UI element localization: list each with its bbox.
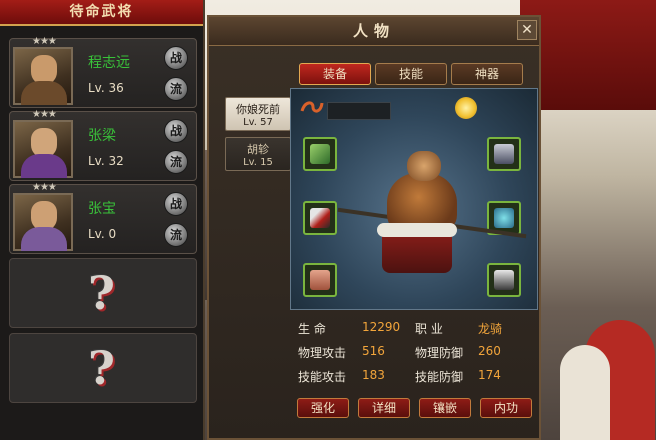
window-title: 人物: [209, 17, 539, 46]
slot-boots[interactable]: [303, 263, 337, 297]
battle-button[interactable]: 战: [164, 119, 188, 143]
inlay-button[interactable]: 镶嵌: [419, 398, 471, 418]
charm-icon: [310, 144, 330, 164]
general-card[interactable]: ★★★ 程志远 Lv. 36 战 流: [9, 36, 197, 108]
general-selector-item[interactable]: 你娘死前 Lv. 57: [225, 97, 291, 131]
helmet-icon: [494, 144, 514, 164]
general-name: 张宝: [88, 201, 116, 217]
general-portrait: [13, 47, 73, 105]
general-selector-level: Lv. 57: [243, 117, 273, 128]
rank-stars-icon: ★★★: [32, 36, 57, 47]
skill-attack-value: 183: [362, 368, 385, 382]
skill-defense-value: 174: [478, 368, 501, 382]
hp-value: 12290: [362, 320, 401, 334]
tab-equipment[interactable]: 装备: [299, 63, 371, 85]
character-viewer: [290, 88, 538, 310]
flow-button[interactable]: 流: [164, 150, 188, 174]
horse-icon: [494, 270, 514, 290]
background-lantern: [560, 345, 610, 440]
slot-weapon-charm[interactable]: [303, 137, 337, 171]
empty-general-slot[interactable]: ?: [9, 258, 197, 328]
spear-icon: [310, 208, 330, 228]
physical-defense-value: 260: [478, 344, 501, 358]
portrait-body: [21, 154, 67, 178]
character-window: 人物 ✕ 装备 技能 神器 你娘死前 Lv. 57 胡轸 Lv. 15 生 命 …: [207, 15, 541, 440]
general-level: Lv. 32: [88, 154, 124, 168]
inner-power-button[interactable]: 内功: [480, 398, 532, 418]
armor-icon: [494, 208, 514, 228]
rank-stars-icon: ★★★: [32, 109, 57, 120]
slot-weapon[interactable]: [303, 201, 337, 235]
portrait-body: [21, 227, 67, 251]
general-selector-item[interactable]: 胡轸 Lv. 15: [225, 137, 291, 171]
skill-attack-label: 技能攻击: [298, 370, 347, 384]
hp-label: 生 命: [298, 322, 326, 336]
general-name: 张梁: [88, 128, 116, 144]
flow-button[interactable]: 流: [164, 77, 188, 101]
standby-generals-title: 待命武将: [0, 0, 203, 26]
tab-skills[interactable]: 技能: [375, 63, 447, 85]
details-button[interactable]: 详细: [358, 398, 410, 418]
general-selector-level: Lv. 15: [243, 157, 273, 168]
sun-medal-icon[interactable]: [455, 97, 477, 119]
class-value: 龙骑: [478, 322, 503, 336]
class-label: 职 业: [415, 322, 443, 336]
standby-generals-panel: 待命武将 ★★★ 程志远 Lv. 36 战 流 ★★★ 张梁 Lv. 32 战 …: [0, 0, 205, 440]
general-name: 程志远: [88, 55, 130, 71]
dragon-scroll-icon: [299, 97, 325, 119]
general-level: Lv. 36: [88, 81, 124, 95]
character-stats: 生 命 12290 职 业 龙骑 物理攻击 516 物理防御 260 技能攻击 …: [290, 314, 538, 394]
general-selector-name: 你娘死前: [236, 103, 280, 116]
empty-slot-question-icon: ?: [88, 266, 115, 320]
hero-head: [407, 151, 441, 181]
physical-attack-value: 516: [362, 344, 385, 358]
hero-character-model: [337, 143, 527, 293]
boots-icon: [310, 270, 330, 290]
general-portrait: [13, 120, 73, 178]
skill-defense-label: 技能防御: [415, 370, 464, 384]
battle-button[interactable]: 战: [164, 46, 188, 70]
equipment-name-box: [327, 102, 391, 120]
tab-artifact[interactable]: 神器: [451, 63, 523, 85]
empty-slot-question-icon: ?: [88, 341, 115, 395]
general-portrait: [13, 193, 73, 251]
empty-general-slot[interactable]: ?: [9, 333, 197, 403]
physical-attack-label: 物理攻击: [298, 346, 347, 360]
general-level: Lv. 0: [88, 227, 117, 241]
hero-fur-trim: [377, 223, 457, 237]
battle-button[interactable]: 战: [164, 192, 188, 216]
general-card[interactable]: ★★★ 张宝 Lv. 0 战 流: [9, 182, 197, 254]
enhance-button[interactable]: 强化: [297, 398, 349, 418]
physical-defense-label: 物理防御: [415, 346, 464, 360]
general-card[interactable]: ★★★ 张梁 Lv. 32 战 流: [9, 109, 197, 181]
rank-stars-icon: ★★★: [32, 182, 57, 193]
flow-button[interactable]: 流: [164, 223, 188, 247]
close-button[interactable]: ✕: [517, 20, 537, 40]
portrait-body: [21, 81, 67, 105]
general-selector-name: 胡轸: [247, 143, 269, 156]
